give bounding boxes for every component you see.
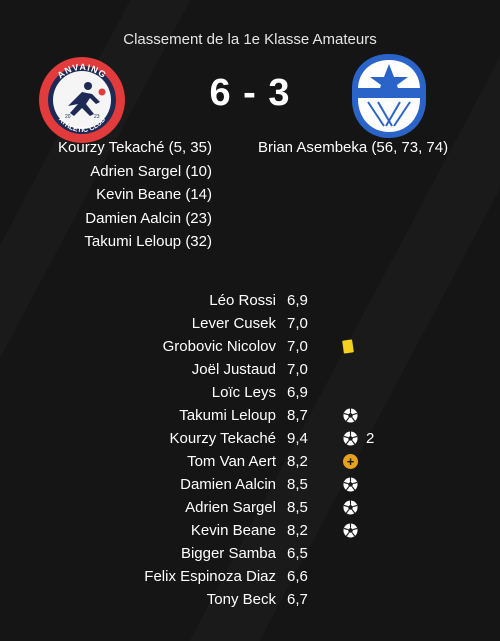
away-scorer: Brian Asembeka (56, 73, 74) [258, 139, 449, 156]
player-name: Léo Rossi [209, 292, 276, 309]
player-rating: 6,7 [287, 591, 308, 608]
player-row[interactable]: Lever Cusek 7,0 [0, 312, 500, 335]
player-row[interactable]: Adrien Sargel 8,5 [0, 496, 500, 519]
home-team-crest[interactable]: ANVAING ATHLETIC CLUB 20 23 [38, 56, 126, 144]
player-events [343, 404, 358, 427]
player-rating: 7,0 [287, 338, 308, 355]
player-name: Adrien Sargel [185, 499, 276, 516]
goal-ball-icon [343, 500, 358, 515]
player-events [343, 519, 358, 542]
goal-ball-icon [343, 477, 358, 492]
player-rating: 8,7 [287, 407, 308, 424]
player-row[interactable]: Tom Van Aert 8,2 + [0, 450, 500, 473]
player-name: Joël Justaud [191, 361, 276, 378]
home-scorer: Kevin Beane (14) [96, 186, 212, 203]
player-name: Tony Beck [206, 591, 276, 608]
player-rating: 8,2 [287, 522, 308, 539]
player-name: Takumi Leloup [179, 407, 276, 424]
player-row[interactable]: Léo Rossi 6,9 [0, 289, 500, 312]
player-row[interactable]: Loïc Leys 6,9 [0, 381, 500, 404]
player-row[interactable]: Bigger Samba 6,5 [0, 542, 500, 565]
goal-ball-icon [343, 523, 358, 538]
player-events [342, 335, 354, 358]
player-name: Felix Espinoza Diaz [144, 568, 276, 585]
player-rating: 6,9 [287, 292, 308, 309]
yellow-card-icon [342, 339, 354, 354]
player-ratings-list: Léo Rossi 6,9 Lever Cusek 7,0 Grobovic N… [0, 289, 500, 611]
player-rating: 7,0 [287, 315, 308, 332]
player-rating: 8,5 [287, 499, 308, 516]
home-scorer: Damien Aalcin (23) [85, 209, 212, 227]
player-events [343, 473, 358, 496]
player-row[interactable]: Kevin Beane 8,2 [0, 519, 500, 542]
home-scorer: Kourzy Tekaché (5, 35) [58, 139, 212, 156]
player-rating: 8,2 [287, 453, 308, 470]
player-rating: 7,0 [287, 361, 308, 378]
player-row[interactable]: Damien Aalcin 8,5 [0, 473, 500, 496]
competition-title: Classement de la 1e Klasse Amateurs [123, 31, 377, 48]
player-row[interactable]: Felix Espinoza Diaz 6,6 [0, 565, 500, 588]
player-events: 2 [343, 427, 374, 450]
goal-count: 2 [366, 430, 375, 447]
player-row[interactable]: Takumi Leloup 8,7 [0, 404, 500, 427]
home-crest-year-right: 23 [94, 114, 100, 120]
player-name: Kevin Beane [190, 522, 276, 539]
player-row[interactable]: Joël Justaud 7,0 [0, 358, 500, 381]
player-rating: 6,9 [287, 384, 308, 401]
player-rating: 9,4 [287, 430, 308, 447]
away-scorers-list: Brian Asembeka (56, 73, 74) [258, 136, 448, 160]
home-scorers-list: Kourzy Tekaché (5, 35) Adrien Sargel (10… [58, 136, 212, 254]
home-scorer: Takumi Leloup (32) [84, 233, 212, 250]
goal-ball-icon [343, 408, 358, 423]
final-score: 6 - 3 [209, 72, 291, 114]
player-name: Tom Van Aert [187, 453, 276, 470]
player-name: Grobovic Nicolov [162, 338, 276, 355]
player-name: Bigger Samba [180, 545, 276, 562]
player-events: + [343, 450, 358, 473]
home-crest-year-left: 20 [65, 114, 71, 120]
player-row[interactable]: Grobovic Nicolov 7,0 [0, 335, 500, 358]
player-events [343, 496, 358, 519]
away-team-crest[interactable] [350, 52, 428, 140]
player-name: Damien Aalcin [180, 476, 276, 493]
home-scorer: Adrien Sargel (10) [90, 162, 212, 180]
player-name: Loïc Leys [211, 384, 276, 401]
player-name: Lever Cusek [191, 315, 276, 332]
player-rating: 6,5 [287, 545, 308, 562]
assist-icon: + [343, 454, 358, 469]
goal-ball-icon [343, 431, 358, 446]
player-rating: 8,5 [287, 476, 308, 493]
player-name: Kourzy Tekaché [169, 430, 276, 447]
player-row[interactable]: Kourzy Tekaché 9,4 2 [0, 427, 500, 450]
player-rating: 6,6 [287, 568, 308, 585]
player-row[interactable]: Tony Beck 6,7 [0, 588, 500, 611]
